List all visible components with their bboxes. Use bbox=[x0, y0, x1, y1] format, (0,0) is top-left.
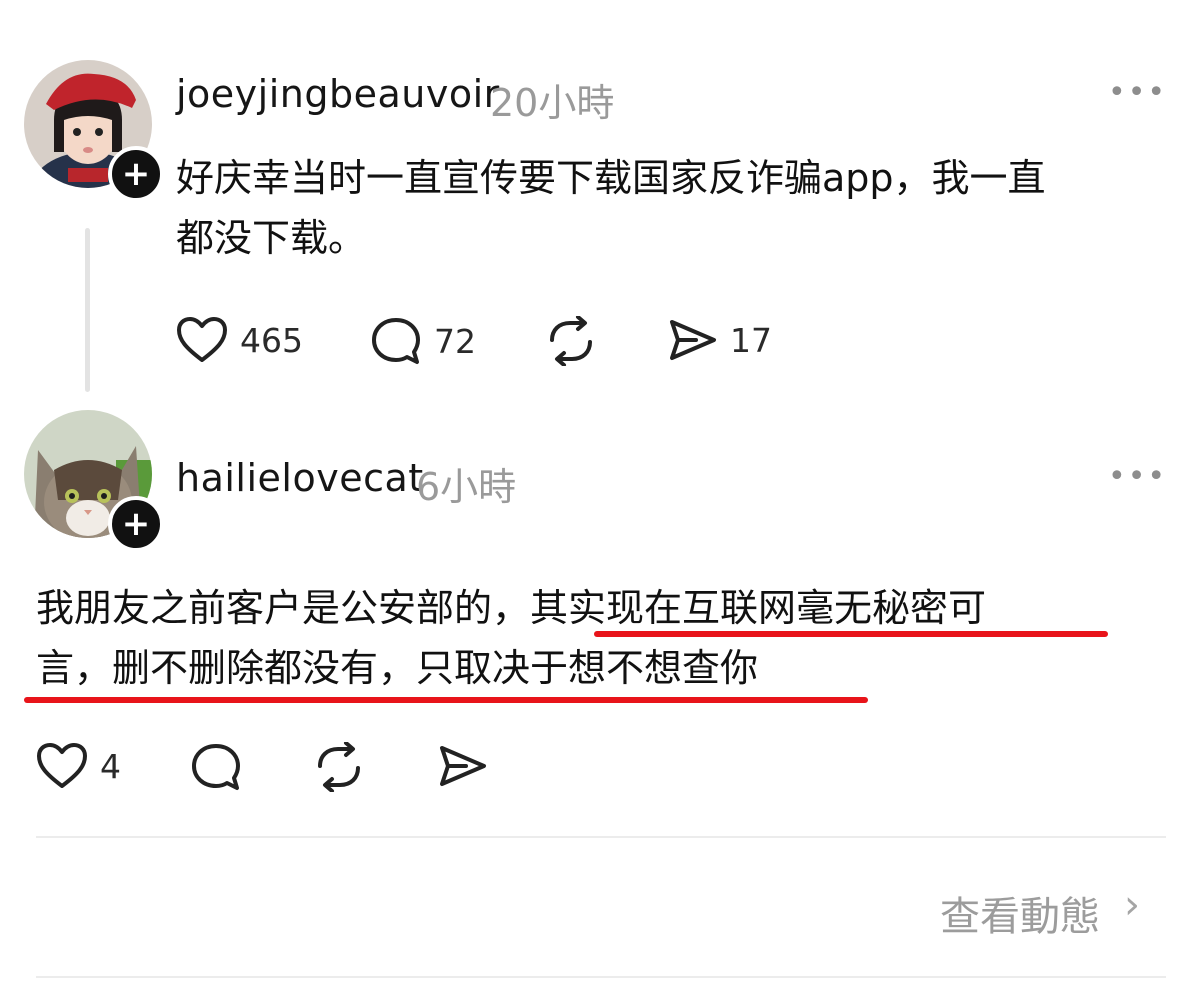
more-icon[interactable]: ••• bbox=[1108, 459, 1167, 494]
follow-button[interactable]: + bbox=[108, 146, 164, 202]
post-time: 6小時 bbox=[416, 465, 517, 509]
highlight-underline bbox=[24, 697, 868, 703]
username[interactable]: hailielovecat bbox=[176, 456, 424, 500]
repost-icon bbox=[550, 316, 592, 366]
like-button[interactable]: 465 bbox=[176, 316, 303, 364]
plus-icon: + bbox=[121, 504, 151, 544]
repost-button[interactable] bbox=[312, 742, 366, 792]
like-button[interactable]: 4 bbox=[36, 742, 121, 790]
post-time: 20小時 bbox=[490, 81, 615, 125]
like-count: 465 bbox=[240, 320, 303, 360]
thread-line bbox=[85, 228, 90, 392]
repost-icon bbox=[318, 742, 360, 792]
divider bbox=[36, 976, 1166, 978]
share-button[interactable] bbox=[436, 742, 488, 790]
share-count: 17 bbox=[730, 320, 772, 360]
share-button[interactable]: 17 bbox=[666, 316, 772, 364]
post-text: 我朋友之前客户是公安部的，其实现在互联网毫无秘密可 言，删不删除都没有，只取决于… bbox=[36, 578, 1166, 698]
follow-button[interactable]: + bbox=[108, 496, 164, 552]
comment-icon bbox=[192, 744, 240, 790]
share-icon bbox=[670, 320, 716, 360]
comment-icon bbox=[372, 318, 420, 364]
reply-button[interactable] bbox=[190, 742, 242, 792]
reply-button[interactable]: 72 bbox=[370, 316, 476, 366]
post-text-line: 言，删不删除都没有，只取决于想不想查你 bbox=[36, 646, 759, 690]
heart-icon bbox=[37, 743, 87, 788]
username[interactable]: joeyjingbeauvoir bbox=[176, 72, 500, 116]
repost-button[interactable] bbox=[544, 316, 598, 366]
post-text: 好庆幸当时一直宣传要下载国家反诈骗app，我一直 都没下载。 bbox=[176, 148, 1166, 268]
plus-icon: + bbox=[121, 154, 151, 194]
post-text-line: 我朋友之前客户是公安部的，其实现在互联网毫无秘密可 bbox=[36, 586, 987, 630]
divider bbox=[36, 836, 1166, 838]
post-text-line: 都没下载。 bbox=[176, 216, 367, 260]
highlight-underline bbox=[594, 631, 1108, 637]
post-text-line: 好庆幸当时一直宣传要下载国家反诈骗app，我一直 bbox=[176, 156, 1046, 200]
share-icon bbox=[440, 746, 486, 786]
more-icon[interactable]: ••• bbox=[1108, 75, 1167, 110]
heart-icon bbox=[177, 317, 227, 362]
view-activity-link[interactable]: 查看動態 bbox=[940, 884, 1100, 942]
like-count: 4 bbox=[100, 746, 121, 786]
reply-count: 72 bbox=[434, 321, 476, 361]
chevron-right-icon[interactable]: › bbox=[1124, 882, 1140, 928]
